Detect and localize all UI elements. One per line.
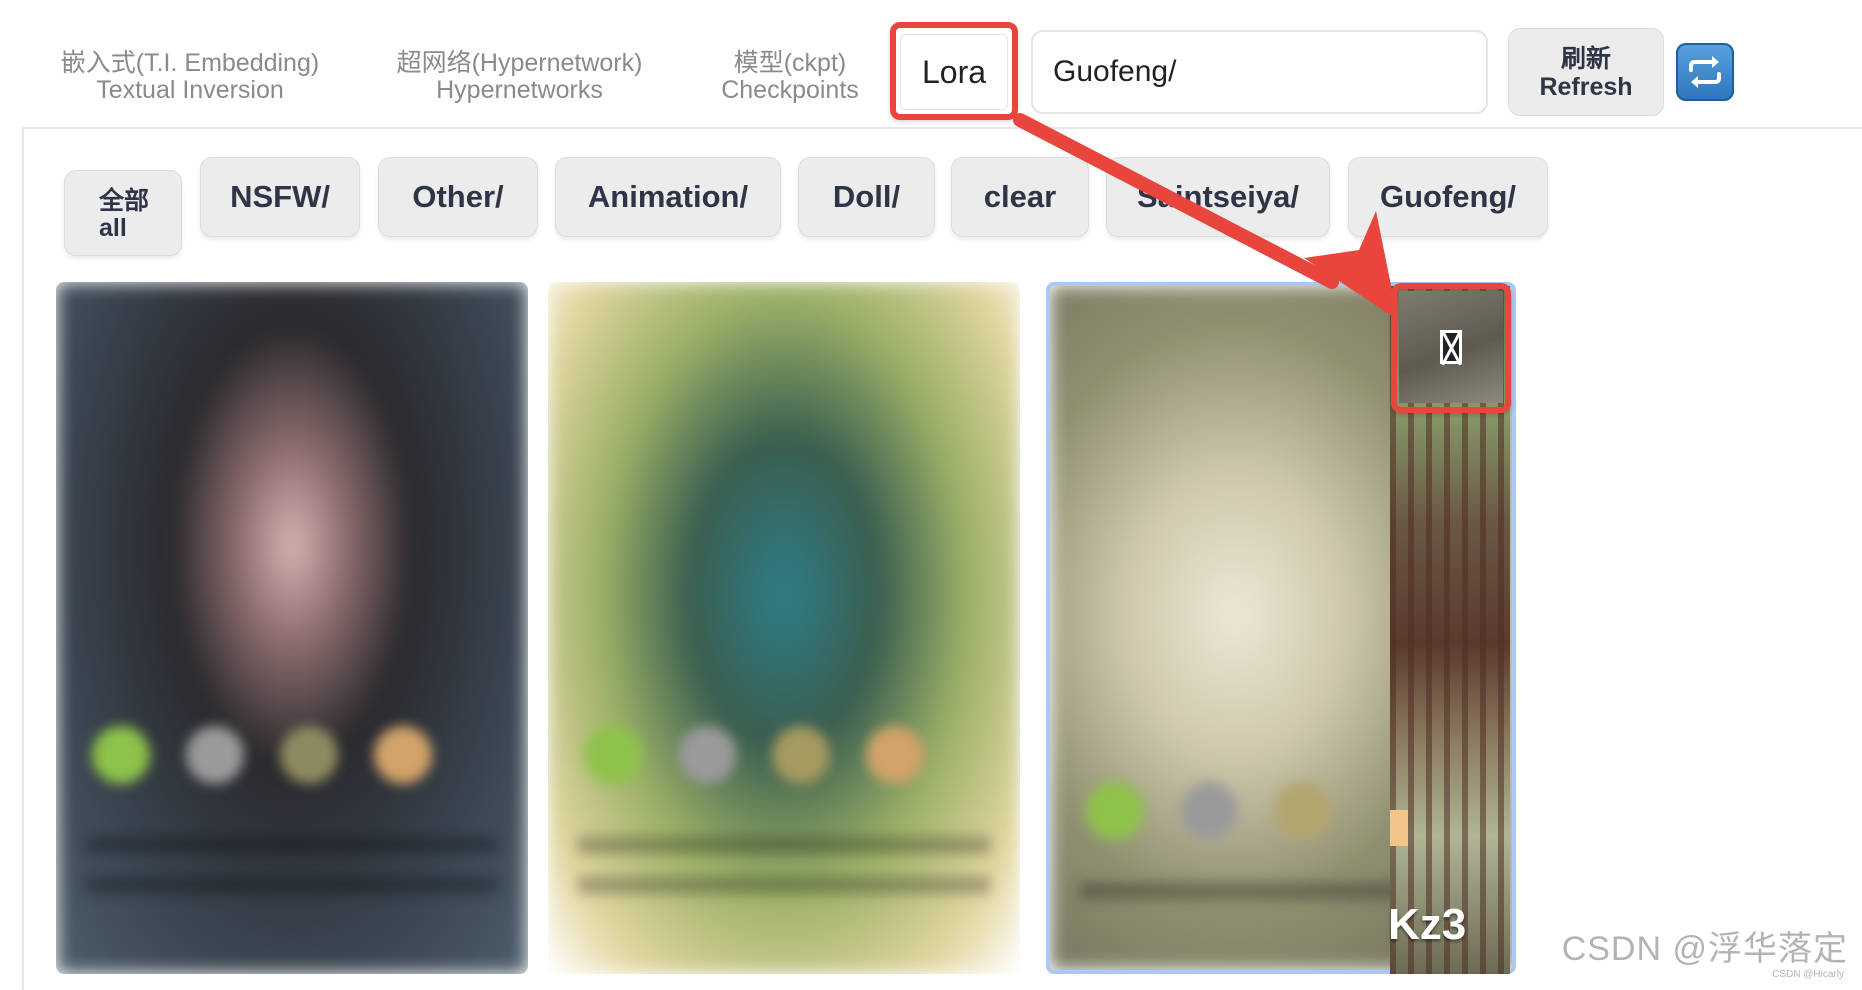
card-preview-image — [548, 282, 1020, 974]
tab-label-en: Checkpoints — [721, 76, 859, 104]
card-caption — [578, 876, 990, 894]
card-preview-image — [56, 282, 528, 974]
filter-guofeng-button[interactable]: Guofeng/ — [1348, 157, 1548, 237]
search-input[interactable] — [1031, 30, 1488, 114]
refresh-label-en: Refresh — [1539, 73, 1633, 101]
filter-doll-button[interactable]: Doll/ — [798, 157, 935, 237]
refresh-label-zh: 刷新 — [1560, 45, 1611, 73]
filter-saintseiya-button[interactable]: Saintseiya/ — [1106, 157, 1330, 237]
card-caption — [86, 836, 498, 854]
card-tags — [1086, 782, 1332, 840]
card-caption — [578, 836, 990, 854]
tab-hypernetworks[interactable]: 超网络(Hypernetwork) Hypernetworks — [382, 50, 657, 104]
lora-card[interactable] — [548, 282, 1020, 974]
lora-card[interactable] — [56, 282, 528, 974]
panel-border — [22, 127, 1862, 129]
filter-clear-button[interactable]: clear — [951, 157, 1089, 237]
card-label: Kz3 — [1388, 900, 1467, 949]
card-tags — [92, 726, 432, 784]
filter-other-button[interactable]: Other/ — [378, 157, 538, 237]
tab-textual-inversion[interactable]: 嵌入式(T.I. Embedding) Textual Inversion — [50, 50, 330, 104]
filter-all-label-zh: 全部 — [99, 187, 150, 215]
filter-all-label-en: all — [99, 214, 127, 242]
tab-label-zh: 嵌入式(T.I. Embedding) — [60, 49, 320, 77]
tab-lora[interactable]: Lora — [900, 34, 1008, 110]
tab-checkpoints[interactable]: 模型(ckpt) Checkpoints — [705, 50, 875, 104]
swap-arrows-icon — [1689, 56, 1721, 88]
thumbnail-highlight — [1391, 283, 1511, 413]
refresh-button[interactable]: 刷新 Refresh — [1508, 28, 1664, 116]
card-caption — [86, 876, 498, 894]
watermark: CSDN @浮华落定 — [1561, 930, 1848, 968]
card-tag — [1390, 810, 1408, 846]
swap-button[interactable] — [1676, 43, 1734, 101]
filter-animation-button[interactable]: Animation/ — [555, 157, 781, 237]
tab-label-zh: 超网络(Hypernetwork) — [396, 49, 643, 77]
panel-border — [22, 127, 24, 990]
tab-label-zh: 模型(ckpt) — [733, 49, 847, 77]
card-tags — [584, 726, 924, 784]
filter-nsfw-button[interactable]: NSFW/ — [200, 157, 360, 237]
filter-all-button[interactable]: 全部 all — [64, 170, 182, 256]
watermark-small: CSDN @Hicarly — [1772, 969, 1844, 980]
tab-label-en: Textual Inversion — [96, 76, 284, 104]
tab-label-en: Hypernetworks — [436, 76, 603, 104]
